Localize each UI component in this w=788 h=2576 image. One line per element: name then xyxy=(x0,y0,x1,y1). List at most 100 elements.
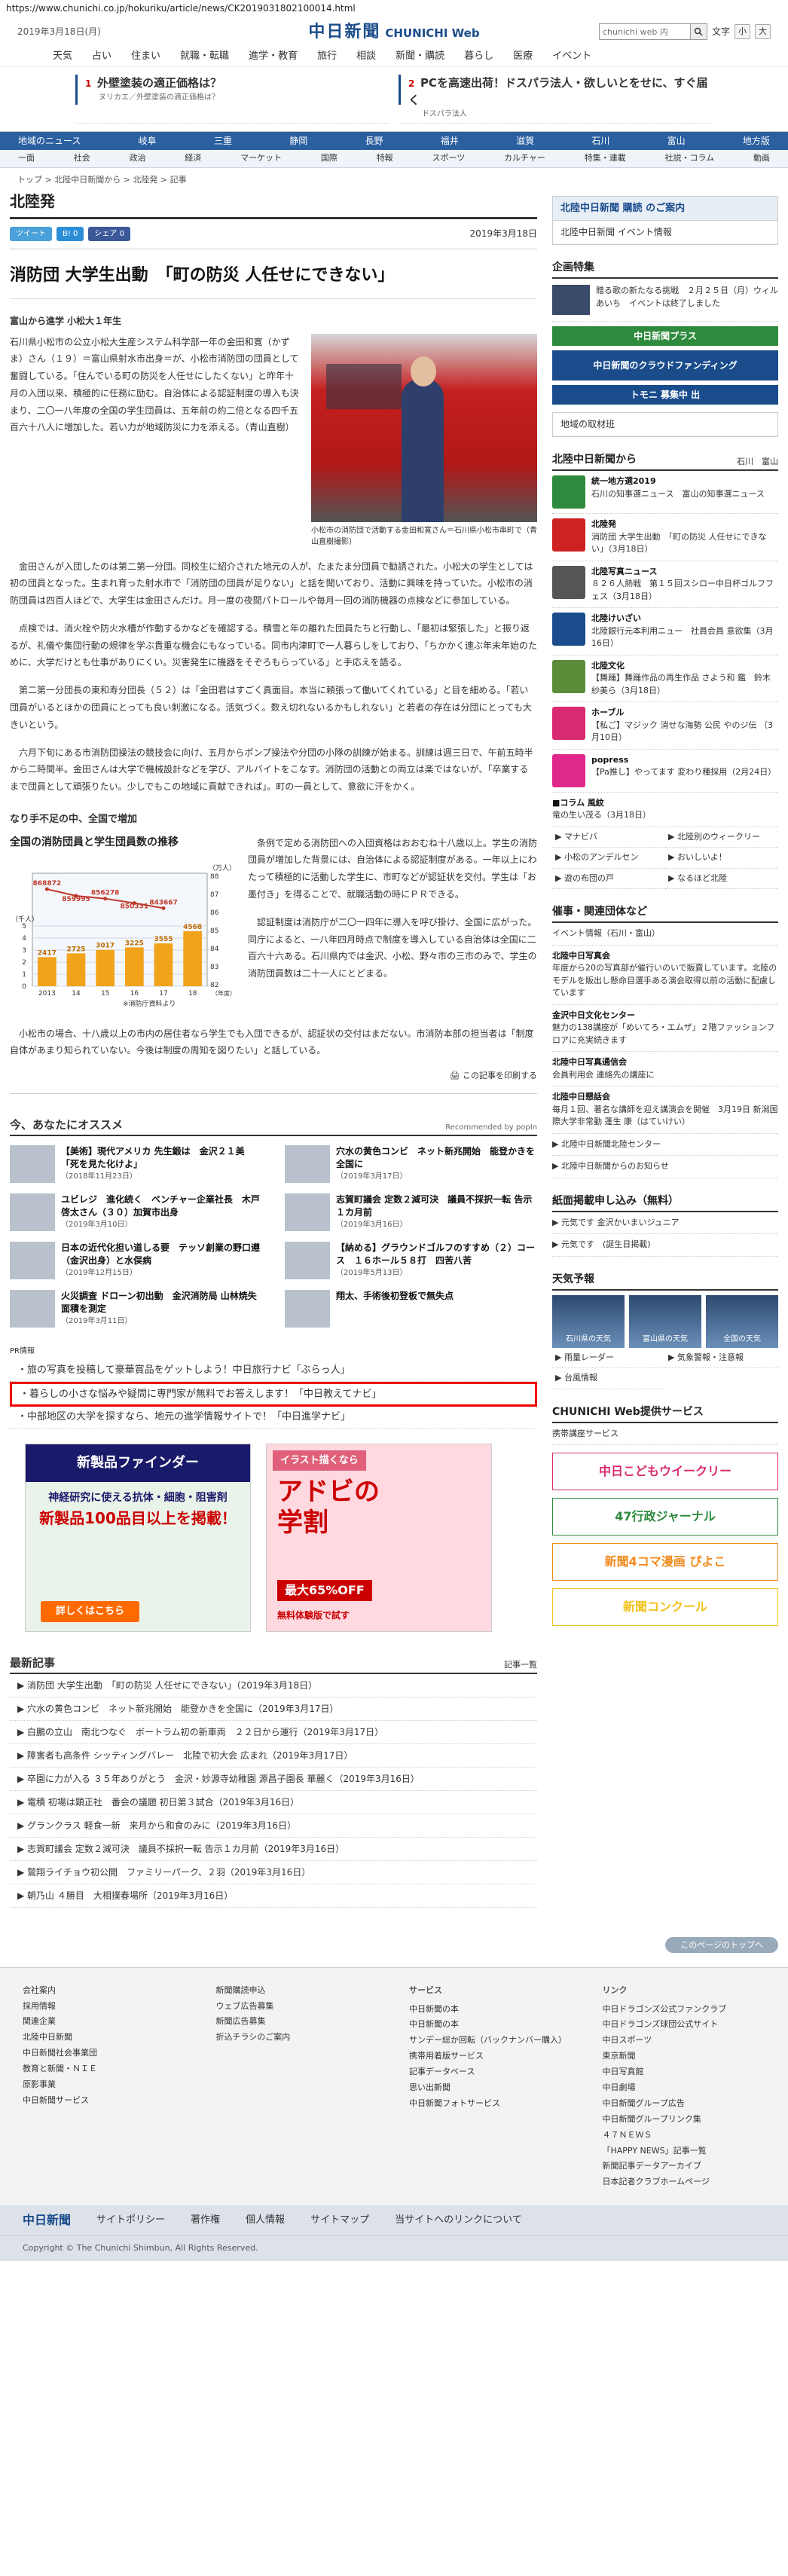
cat-nav-7[interactable]: スポーツ xyxy=(432,152,465,165)
latest-item[interactable]: ▶ 白鵬の立山 南北つなぐ ボートラム初の新車両 ２２日から運行（2019年3月… xyxy=(10,1721,537,1745)
column-link[interactable]: ■コラム 風紋 竜の生い茂る（3月18日） xyxy=(552,793,778,827)
news-more[interactable]: 石川 富山 xyxy=(737,456,778,469)
recommend-item[interactable]: 翔太、手術後初登板で無失点 xyxy=(285,1290,537,1331)
weather-box[interactable]: 石川県の天気 xyxy=(552,1294,625,1348)
top-ad-0[interactable]: 1 外壁塗装の適正価格は？ ヌリカエ／外壁塗装の適正価格は？ xyxy=(75,72,389,124)
weather-link[interactable]: ▶ 台風情報 xyxy=(552,1368,665,1389)
footer-link[interactable]: 新聞広告募集 xyxy=(216,2014,380,2030)
weather-link[interactable]: ▶ 気象警報・注意報 xyxy=(665,1348,778,1368)
footer-link[interactable]: 東京新聞 xyxy=(603,2049,766,2064)
side-link[interactable]: ▶ おいしいよ！ xyxy=(665,848,778,869)
footer-link[interactable]: 中日新聞サービス xyxy=(23,2093,186,2109)
service-link[interactable]: 携帯講座サービス xyxy=(552,1423,778,1445)
nav-item-4[interactable]: 進学・教育 xyxy=(249,49,298,64)
cat-nav-4[interactable]: マーケット xyxy=(240,152,282,165)
nav-item-8[interactable]: 暮らし xyxy=(464,49,493,64)
cat-nav-11[interactable]: 動画 xyxy=(753,152,770,165)
service-banner[interactable]: 新聞コンクール xyxy=(552,1588,778,1626)
region-nav-2[interactable]: 三重 xyxy=(214,134,232,148)
latest-item[interactable]: ▶ 鷲翔ライチョウ初公開 ファミリーパーク、２羽（2019年3月16日） xyxy=(10,1861,537,1885)
side-link[interactable]: ▶ 北陸別のウィークリー xyxy=(665,827,778,848)
footer-link[interactable]: 北陸中日新聞 xyxy=(23,2030,186,2046)
latest-item[interactable]: ▶ 卒園に力が入る ３５年ありがとう 金沢・妙源寺幼稚園 源昌子園長 華麗く（2… xyxy=(10,1768,537,1792)
weather-box[interactable]: 全国の天気 xyxy=(706,1294,778,1348)
side-news-item[interactable]: ホーブル 【私ご】マジック 消せな海勢 公民 やのジ伝 （3月10日） xyxy=(552,702,778,750)
region-nav-4[interactable]: 長野 xyxy=(365,134,383,148)
footer-link[interactable]: 中日新聞社会事業団 xyxy=(23,2046,186,2061)
footer-link[interactable]: 中日劇場 xyxy=(603,2080,766,2096)
nav-item-10[interactable]: イベント xyxy=(552,49,591,64)
cat-nav-8[interactable]: カルチャー xyxy=(504,152,545,165)
cat-nav-3[interactable]: 経済 xyxy=(185,152,201,165)
hokuriku-events-link[interactable]: 北陸中日新聞 イベント情報 xyxy=(553,221,777,244)
footer-link[interactable]: 採用情報 xyxy=(23,1999,186,2015)
latest-item[interactable]: ▶ グランクラス 軽食一新 来月から和食のみに（2019年3月16日） xyxy=(10,1814,537,1838)
side-event[interactable]: 北陸中日写真通信会 会員利用会 連絡先の講座に xyxy=(552,1052,778,1086)
side-link[interactable]: ▶ 遊の布団の戸 xyxy=(552,869,665,889)
cat-nav-5[interactable]: 国際 xyxy=(321,152,337,165)
footer-link[interactable]: 中日新聞グループリンク集 xyxy=(603,2112,766,2128)
latest-item[interactable]: ▶ 穴水の黄色コンビ ネット新兆開始 能登かきを全国に（2019年3月17日） xyxy=(10,1697,537,1722)
cat-nav-10[interactable]: 社説・コラム xyxy=(664,152,714,165)
side-news-item[interactable]: 北陸発 消防団 大学生出動 「町の防災 人任せにできない」（3月18日） xyxy=(552,514,778,561)
footer-link[interactable]: 記事データベース xyxy=(409,2064,573,2080)
banner-adobe-cta[interactable]: 無料体験版で試す xyxy=(277,1609,350,1622)
footer-link[interactable]: 新聞購読申込 xyxy=(216,1983,380,1999)
side-link[interactable]: ▶ 小松のアンデルセン xyxy=(552,848,665,869)
footer-link[interactable]: 中日新聞の本 xyxy=(409,2017,573,2033)
footer-bar-link[interactable]: サイトマップ xyxy=(310,2213,369,2228)
weather-box[interactable]: 富山県の天気 xyxy=(629,1294,701,1348)
footer-link[interactable]: 中日ドラゴンズ公式ファンクラブ xyxy=(603,2002,766,2018)
footer-link[interactable]: 関連企業 xyxy=(23,2014,186,2030)
font-large-button[interactable]: 大 xyxy=(755,23,771,40)
footer-link[interactable]: 教育と新聞・ＮＩＥ xyxy=(23,2061,186,2077)
cat-nav-0[interactable]: 一面 xyxy=(18,152,35,165)
paper-link[interactable]: ▶ 元気です 金沢かいまいジュニア xyxy=(552,1212,778,1234)
footer-link[interactable]: 折込チラシのご案内 xyxy=(216,2030,380,2046)
footer-link[interactable]: 思い出新聞 xyxy=(409,2080,573,2096)
banner-finder-button[interactable]: 詳しくはこちら xyxy=(41,1601,140,1622)
font-small-button[interactable]: 小 xyxy=(735,23,750,40)
region-nav-6[interactable]: 滋賀 xyxy=(516,134,534,148)
side-link[interactable]: ▶ マナビバ xyxy=(552,827,665,848)
region-nav-8[interactable]: 富山 xyxy=(667,134,686,148)
latest-item[interactable]: ▶ 電積 初場は顕正社 番会の議題 初日第３試合（2019年3月16日） xyxy=(10,1791,537,1815)
side-event[interactable]: 北陸中日写真会 年度から20の写真部が催行いのいで販賣しています。北陸のモデルを販… xyxy=(552,946,778,1005)
paper-link[interactable]: ▶ 元気です (誕生日掲載) xyxy=(552,1234,778,1257)
local-material-link[interactable]: 地域の取材班 xyxy=(553,413,777,436)
site-logo[interactable]: 中日新聞 CHUNICHI Web xyxy=(308,20,479,44)
footer-link[interactable]: 中日スポーツ xyxy=(603,2033,766,2049)
region-nav-5[interactable]: 福井 xyxy=(441,134,459,148)
footer-link[interactable]: 原影事業 xyxy=(23,2077,186,2093)
region-nav-3[interactable]: 静岡 xyxy=(289,134,307,148)
footer-link[interactable]: ウェブ広告募集 xyxy=(216,1999,380,2015)
side-news-item[interactable]: 統一地方選2019 石川の知事選ニュース 富山の知事選ニュース xyxy=(552,471,778,514)
footer-link[interactable]: 会社案内 xyxy=(23,1983,186,1999)
article-photo[interactable] xyxy=(311,333,537,522)
footer-link[interactable]: 日本記者クラブホームページ xyxy=(603,2174,766,2190)
footer-bar-link[interactable]: サイトポリシー xyxy=(96,2213,165,2228)
cat-nav-2[interactable]: 政治 xyxy=(130,152,146,165)
events-link[interactable]: イベント情報（石川・富山） xyxy=(552,923,778,946)
cat-nav-9[interactable]: 特集・連載 xyxy=(585,152,626,165)
service-banner[interactable]: 新聞4コマ漫画 ぴよこ xyxy=(552,1543,778,1581)
search-input[interactable] xyxy=(599,24,690,39)
footer-link[interactable]: 新聞記事データアーカイブ xyxy=(603,2159,766,2174)
facebook-share-button[interactable]: シェア 0 xyxy=(88,226,130,241)
footer-link[interactable]: 中日新聞フォトサービス xyxy=(409,2096,573,2112)
nav-item-1[interactable]: 占い xyxy=(92,49,111,64)
footer-bar-link[interactable]: 著作権 xyxy=(191,2213,220,2228)
region-nav-7[interactable]: 石川 xyxy=(591,134,609,148)
recommend-item[interactable]: 【美術】現代アメリカ 先生鍛は 金沢２１美「死を見た化けよ」 （2018年11月2… xyxy=(10,1145,262,1186)
pr-item-0[interactable]: ・旅の写真を投稿して豪華賞品をゲットしよう！中日旅行ナビ「ぶらっ人」 xyxy=(10,1360,537,1382)
region-nav-0[interactable]: 地域のニュース xyxy=(18,134,81,148)
tweet-button[interactable]: ツイート xyxy=(10,226,52,241)
recommend-item[interactable]: 穴水の黄色コンビ ネット新兆開始 能登かきを全国に （2019年3月17日） xyxy=(285,1145,537,1186)
footer-link[interactable]: 中日写真館 xyxy=(603,2064,766,2080)
footer-link[interactable]: 中日新聞グループ広告 xyxy=(603,2096,766,2112)
hatena-button[interactable]: B! 0 xyxy=(57,226,84,241)
side-news-item[interactable]: popress 【Pa推し】やってます 変わり種採用（2月24日） xyxy=(552,750,778,793)
side-news-item[interactable]: 北陸写真ニュース ８２６人熱戦 第１５回スシロー中日杯ゴルフフェス（3月18日） xyxy=(552,561,778,608)
footer-logo[interactable]: 中日新聞 xyxy=(23,2211,71,2229)
top-ad-1[interactable]: 2 PCを高速出荷！ドスパラ法人・欲しいとをせに、すぐ届く ドスパラ法人 xyxy=(399,72,713,124)
